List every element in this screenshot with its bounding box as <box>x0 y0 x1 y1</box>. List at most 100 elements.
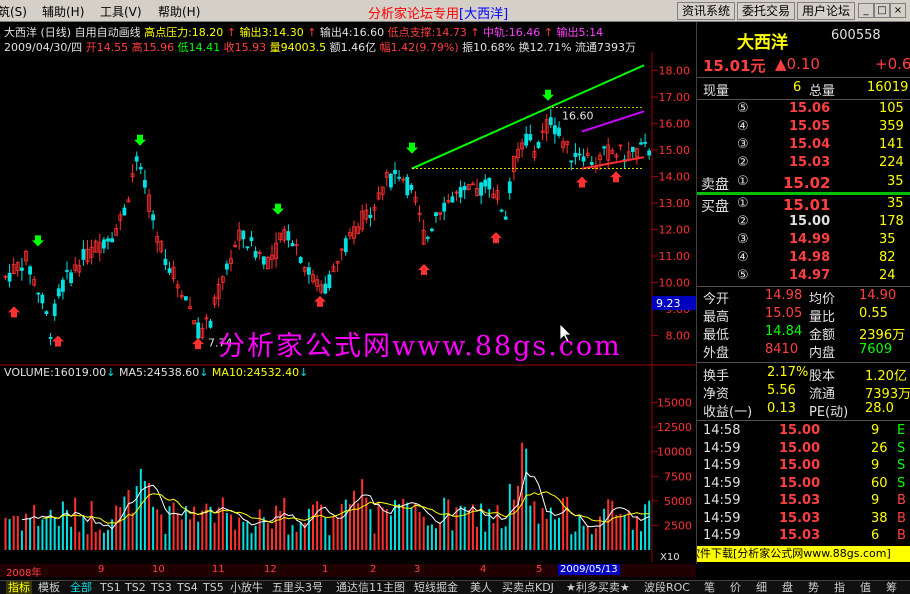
volume-bar <box>594 528 597 550</box>
buy1-price: 15.01 <box>783 196 831 214</box>
window-title: 分析家论坛专用[大西洋] <box>368 7 509 22</box>
volume-bar <box>143 481 146 550</box>
tab-6[interactable]: TS4 <box>177 581 198 594</box>
volume-bar <box>20 530 23 550</box>
ask-row: ③ 15.04 141 <box>737 137 904 152</box>
volume-bar <box>246 521 249 550</box>
volume-bar <box>250 533 253 550</box>
volume-bar <box>640 531 642 550</box>
tab-20[interactable]: 势 <box>808 581 819 594</box>
volume-bar <box>209 506 212 550</box>
volume-bar <box>135 486 138 550</box>
tab-5[interactable]: TS3 <box>151 581 172 594</box>
watermark: 分析家公式网www.88gs.com <box>218 331 622 362</box>
menu-help[interactable]: 帮助(H) <box>158 3 200 20</box>
volume-bar <box>12 515 15 550</box>
tab-17[interactable]: 价 <box>730 581 741 594</box>
volume-bar <box>262 517 265 550</box>
tab-1[interactable]: 模板 <box>38 581 60 594</box>
volume-bar <box>533 501 536 550</box>
sell-signal-arrow <box>32 235 44 247</box>
candle-body <box>462 185 467 191</box>
candle-body <box>290 243 295 247</box>
sell-signal-arrow <box>406 142 418 154</box>
buy-signal-arrow <box>610 171 622 183</box>
tab-11[interactable]: 短线掘金 <box>414 581 458 594</box>
tab-8[interactable]: 小放牛 <box>230 581 263 594</box>
candle-body <box>639 142 643 145</box>
volume-bar <box>324 517 327 550</box>
restore-icon[interactable]: □ <box>874 3 890 18</box>
candle-body <box>241 230 246 240</box>
tab-4[interactable]: TS2 <box>125 581 146 594</box>
volume-bar <box>238 517 241 550</box>
menu-tools[interactable]: 工具(V) <box>100 3 142 20</box>
menu-file[interactable]: 筑(S) <box>0 3 27 20</box>
tab-9[interactable]: 五里头3号 <box>272 581 323 594</box>
output5-label: 输出5:14 <box>556 26 604 39</box>
candle-body <box>40 294 45 304</box>
quote-range: 幅1.42(9.79%) <box>379 41 459 54</box>
trade-button[interactable]: 委托交易 <box>737 2 796 20</box>
user-forum-button[interactable]: 用户论坛 <box>797 2 856 20</box>
volume-tick-label: 7500 <box>664 470 692 483</box>
candle-body <box>61 279 65 292</box>
tab-13[interactable]: 买卖点KDJ <box>502 581 554 594</box>
volume-bar <box>70 526 73 550</box>
volume-bar <box>123 496 126 550</box>
tab-0[interactable]: 指标 <box>6 581 32 594</box>
tab-3[interactable]: TS1 <box>100 581 121 594</box>
menu-assist[interactable]: 辅助(H) <box>42 3 84 20</box>
tab-2[interactable]: 全部 <box>70 581 92 594</box>
minimize-icon[interactable]: _ <box>858 3 874 18</box>
price-change-pct: +0.6 <box>875 55 910 73</box>
promo-banner[interactable]: 股票公式股票软件下载[分析家公式网www.88gs.com] <box>697 546 910 562</box>
candle-body <box>286 231 291 241</box>
volume-info-line: VOLUME:16019.00↓ MA5:24538.60↓ MA10:2453… <box>4 366 309 379</box>
volume-bar <box>455 507 458 550</box>
tab-12[interactable]: 美人 <box>470 581 492 594</box>
tab-21[interactable]: 指 <box>834 581 845 594</box>
volume-row: 现量 6 总量 16019 <box>703 80 909 99</box>
tick-row: 14:59 15.00 60 S <box>703 475 906 491</box>
candle-body <box>553 125 557 135</box>
tick-row: 14:59 15.00 9 S <box>703 458 906 473</box>
chart-area[interactable]: 18.00 17.00 16.00 15.00 14.00 13.00 12.00 11.00… <box>0 22 696 564</box>
candle-body <box>393 169 397 174</box>
volume-bar <box>623 514 626 550</box>
candle-body <box>224 263 229 270</box>
volume-bar <box>529 505 532 550</box>
tab-19[interactable]: 盘 <box>782 581 793 594</box>
tab-14[interactable]: ★利多买卖★ <box>566 581 630 594</box>
tab-15[interactable]: 波段ROC <box>644 581 690 594</box>
news-system-button[interactable]: 资讯系统 <box>677 2 736 20</box>
month-label: 2008年 <box>6 568 42 579</box>
volume-bar <box>8 519 11 550</box>
volume-bar <box>635 515 638 550</box>
candle-body <box>7 272 12 282</box>
volume-bar <box>447 499 450 550</box>
volume-bar <box>549 507 552 550</box>
volume-bar <box>307 508 310 550</box>
tab-7[interactable]: TS5 <box>203 581 224 594</box>
bid-row: ③ 14.99 35 <box>737 232 896 247</box>
candle-body <box>573 152 578 157</box>
candle-body <box>69 272 73 283</box>
candle-body <box>487 177 492 190</box>
volume-bar <box>213 522 216 550</box>
kline-chart[interactable]: 18.00 17.00 16.00 15.00 14.00 13.00 12.00 11.00… <box>0 22 696 564</box>
tab-23[interactable]: 筹 <box>886 581 897 594</box>
tab-22[interactable]: 值 <box>860 581 871 594</box>
volume-unit: X10 <box>660 552 680 563</box>
price-tick-label: 18.00 <box>659 65 691 78</box>
tab-18[interactable]: 细 <box>756 581 767 594</box>
stat-row: 外盘 8410 内盘 7609 <box>703 342 893 361</box>
close-icon[interactable]: × <box>890 3 906 18</box>
candle-body <box>569 160 574 163</box>
tab-10[interactable]: 通达信11主图 <box>336 581 405 594</box>
middle-rail-label: 中轨:16.46 <box>483 26 541 39</box>
candle-body <box>245 246 250 249</box>
candle-body <box>442 202 447 212</box>
tab-16[interactable]: 笔 <box>704 581 715 594</box>
volume-bar <box>525 448 528 550</box>
